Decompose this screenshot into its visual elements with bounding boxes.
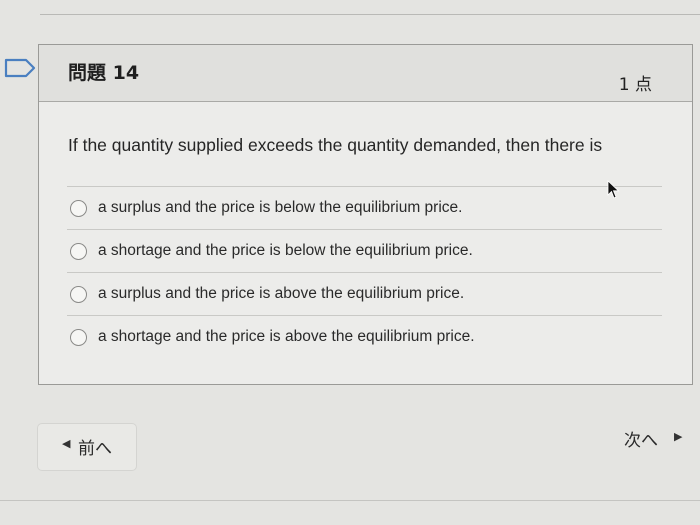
mouse-pointer-icon: [607, 180, 620, 199]
question-points: 1 点: [618, 75, 652, 95]
answer-option[interactable]: a surplus and the price is above the equ…: [67, 272, 662, 315]
answer-option-label[interactable]: a shortage and the price is above the eq…: [98, 328, 475, 346]
bottom-divider: [0, 500, 700, 501]
answer-option-label[interactable]: a surplus and the price is above the equ…: [98, 285, 464, 303]
chevron-right-icon: ▶: [674, 430, 683, 443]
answer-option[interactable]: a shortage and the price is below the eq…: [67, 229, 662, 272]
flag-icon[interactable]: [4, 57, 38, 79]
question-card: 問題 14 1 点 If the quantity supplied excee…: [38, 44, 693, 385]
question-number: 問題 14: [68, 62, 140, 84]
radio-button[interactable]: [70, 286, 87, 303]
previous-button-label[interactable]: 前へ: [78, 434, 112, 459]
chevron-left-icon: ◀: [62, 437, 71, 450]
previous-button[interactable]: ◀ 前へ: [38, 424, 136, 470]
next-button[interactable]: 次へ ▶: [610, 418, 690, 454]
top-divider: [40, 14, 700, 15]
answer-option-label[interactable]: a shortage and the price is below the eq…: [98, 242, 473, 260]
radio-button[interactable]: [70, 329, 87, 346]
next-button-label[interactable]: 次へ: [624, 426, 658, 451]
radio-button[interactable]: [70, 243, 87, 260]
answer-option[interactable]: a surplus and the price is below the equ…: [67, 186, 662, 229]
radio-button[interactable]: [70, 200, 87, 217]
question-header: 問題 14 1 点: [39, 45, 692, 102]
question-text: If the quantity supplied exceeds the qua…: [68, 135, 603, 155]
answer-option[interactable]: a shortage and the price is above the eq…: [67, 315, 662, 358]
answer-option-label[interactable]: a surplus and the price is below the equ…: [98, 199, 462, 217]
